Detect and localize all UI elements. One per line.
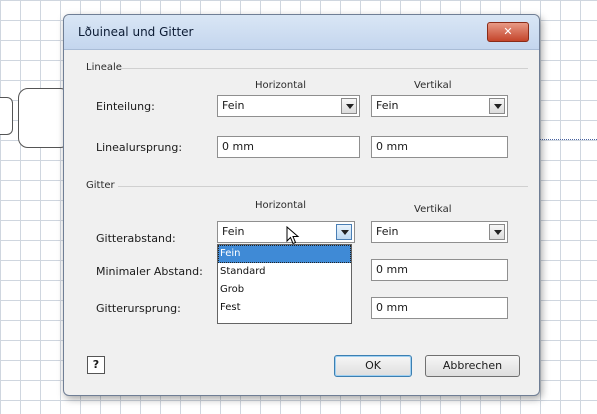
- gitterabstand-dropdown-list: Fein Standard Grob Fest: [217, 244, 352, 324]
- dropdown-option-fein[interactable]: Fein: [218, 245, 351, 263]
- dropdown-option-grob[interactable]: Grob: [218, 281, 351, 299]
- chevron-down-icon[interactable]: [489, 224, 505, 240]
- gitterabstand-vertical-select[interactable]: Fein: [371, 221, 508, 243]
- einteilung-horizontal-select[interactable]: Fein: [217, 95, 360, 117]
- select-value: Fein: [222, 99, 245, 112]
- label-gitterabstand: Gitterabstand:: [96, 232, 176, 245]
- select-value: Fein: [222, 225, 245, 238]
- select-value: Fein: [376, 99, 399, 112]
- cancel-button[interactable]: Abbrechen: [425, 355, 520, 377]
- group-label-lineale: Lineale: [86, 62, 122, 73]
- col-head-vertical-gitter: Vertikal: [414, 204, 452, 215]
- col-head-horizontal-gitter: Horizontal: [255, 200, 307, 211]
- linealursprung-vertical-field[interactable]: 0 mm: [371, 136, 508, 158]
- help-icon: ?: [92, 358, 100, 371]
- label-einteilung: Einteilung:: [96, 100, 155, 113]
- close-icon: ✕: [503, 25, 513, 38]
- dropdown-option-fest[interactable]: Fest: [218, 299, 351, 317]
- col-head-horizontal-lineale: Horizontal: [255, 80, 307, 91]
- label-gitterursprung: Gitterursprung:: [96, 302, 181, 315]
- group-divider-lineale: [120, 68, 528, 69]
- linealursprung-horizontal-field[interactable]: 0 mm: [217, 136, 360, 158]
- gitterursprung-vertical-field[interactable]: 0 mm: [371, 297, 508, 319]
- col-head-vertical-lineale: Vertikal: [414, 80, 452, 91]
- canvas-shape-fragment: [0, 97, 13, 135]
- canvas-connector-line: [540, 139, 597, 140]
- help-button[interactable]: ?: [87, 356, 105, 374]
- close-button[interactable]: ✕: [487, 22, 529, 42]
- minimaler-abstand-vertical-field[interactable]: 0 mm: [371, 259, 508, 281]
- einteilung-vertical-select[interactable]: Fein: [371, 95, 508, 117]
- ok-button[interactable]: OK: [334, 355, 412, 377]
- chevron-down-icon[interactable]: [489, 98, 505, 114]
- dropdown-option-standard[interactable]: Standard: [218, 263, 351, 281]
- label-linealursprung: Linealursprung:: [96, 141, 183, 154]
- dialog-title: Lðuineal und Gitter: [78, 25, 194, 39]
- mouse-cursor-icon: [286, 226, 300, 245]
- dialog-titlebar[interactable]: Lðuineal und Gitter ✕: [64, 15, 539, 50]
- label-minimaler-abstand: Minimaler Abstand:: [96, 265, 203, 278]
- group-divider-gitter: [118, 186, 528, 187]
- select-value: Fein: [376, 225, 399, 238]
- group-label-gitter: Gitter: [86, 180, 115, 191]
- chevron-down-icon[interactable]: [336, 224, 352, 240]
- chevron-down-icon[interactable]: [341, 98, 357, 114]
